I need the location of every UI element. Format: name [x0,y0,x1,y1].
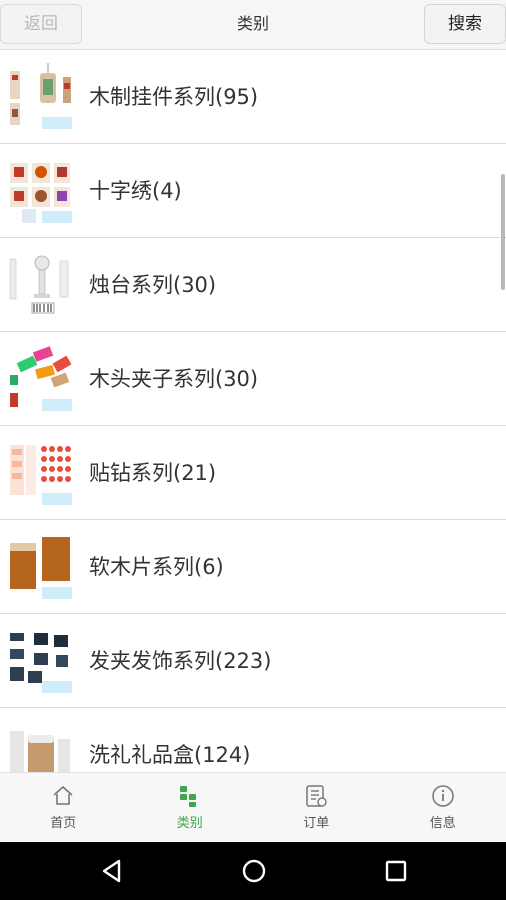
candle-holders-thumbnail [8,251,72,319]
category-list[interactable]: 木制挂件系列(95) 十字绣(4) 烛台系列(30) 木头夹子系列(30) 贴钻… [0,50,506,772]
category-item[interactable]: 贴钻系列(21) [0,426,506,520]
top-bar: 返回 类别 搜索 [0,0,506,50]
wooden-clips-thumbnail [8,345,72,413]
category-label: 十字绣(4) [89,179,182,203]
baptism-gift-boxes-thumbnail [8,721,72,772]
category-item[interactable]: 烛台系列(30) [0,238,506,332]
wood-pendants-thumbnail [8,63,72,131]
category-label: 洗礼礼品盒(124) [89,743,251,767]
tab-category[interactable]: 类别 [127,773,254,842]
home-circle-icon[interactable] [239,856,269,886]
search-button[interactable]: 搜索 [424,4,506,44]
cork-sheets-thumbnail [8,533,72,601]
info-icon [432,785,454,807]
category-item[interactable]: 木头夹子系列(30) [0,332,506,426]
back-icon[interactable] [97,856,127,886]
tab-orders[interactable]: 订单 [253,773,380,842]
order-icon [306,785,327,807]
bottom-tab-bar: 首页 类别 订单 信息 [0,772,506,842]
category-label: 烛台系列(30) [89,273,217,297]
home-icon [53,785,73,805]
category-label: 软木片系列(6) [89,555,224,579]
back-button[interactable]: 返回 [0,4,82,44]
category-item[interactable]: 木制挂件系列(95) [0,50,506,144]
system-nav-bar [0,842,506,900]
category-item[interactable]: 软木片系列(6) [0,520,506,614]
recents-icon[interactable] [381,856,411,886]
category-label: 发夹发饰系列(223) [89,649,272,673]
tab-label: 类别 [176,816,203,831]
cross-stitch-thumbnail [8,157,72,225]
tab-info[interactable]: 信息 [380,773,506,842]
tab-home[interactable]: 首页 [0,773,127,842]
tab-label: 信息 [429,816,456,831]
tab-label: 订单 [303,816,330,831]
category-item[interactable]: 发夹发饰系列(223) [0,614,506,708]
hair-clips-thumbnail [8,627,72,695]
category-item[interactable]: 十字绣(4) [0,144,506,238]
category-item[interactable]: 洗礼礼品盒(124) [0,708,506,772]
category-label: 木头夹子系列(30) [89,367,259,391]
rhinestone-stickers-thumbnail [8,439,72,507]
scrollbar[interactable] [501,174,505,290]
tab-label: 首页 [50,816,77,831]
category-label: 木制挂件系列(95) [89,85,259,109]
category-icon [179,786,196,807]
category-label: 贴钻系列(21) [89,461,217,485]
